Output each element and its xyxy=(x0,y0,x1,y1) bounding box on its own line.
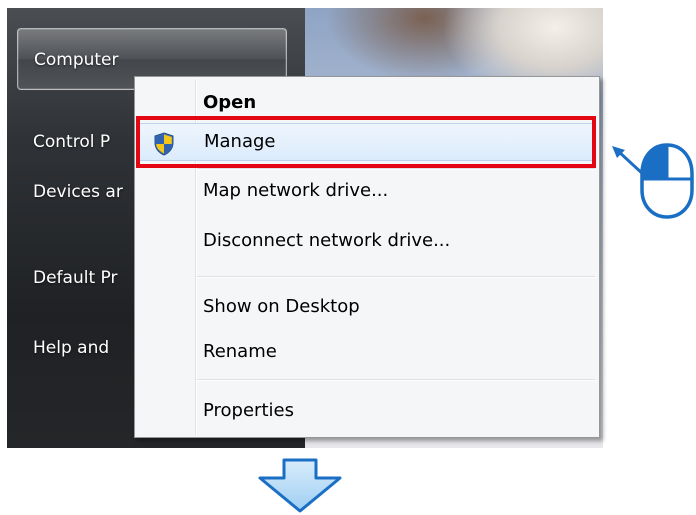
menu-item-manage-label: Manage xyxy=(204,131,276,152)
context-menu: Open Manage Map network drive... Disconn… xyxy=(134,76,600,438)
uac-shield-icon xyxy=(153,132,175,156)
menu-separator xyxy=(197,276,595,277)
menu-item-open[interactable]: Open xyxy=(137,83,595,123)
menu-item-manage[interactable]: Manage xyxy=(137,123,595,161)
menu-item-map-network-drive[interactable]: Map network drive... xyxy=(137,171,595,211)
menu-separator xyxy=(197,168,595,169)
down-arrow-icon xyxy=(258,458,342,513)
menu-separator xyxy=(197,379,595,380)
menu-item-show-on-desktop[interactable]: Show on Desktop xyxy=(137,287,595,327)
menu-item-properties[interactable]: Properties xyxy=(137,391,595,431)
menu-item-rename[interactable]: Rename xyxy=(137,332,595,372)
mouse-left-click-icon xyxy=(640,143,694,219)
menu-item-disconnect-network-drive[interactable]: Disconnect network drive... xyxy=(137,221,595,261)
